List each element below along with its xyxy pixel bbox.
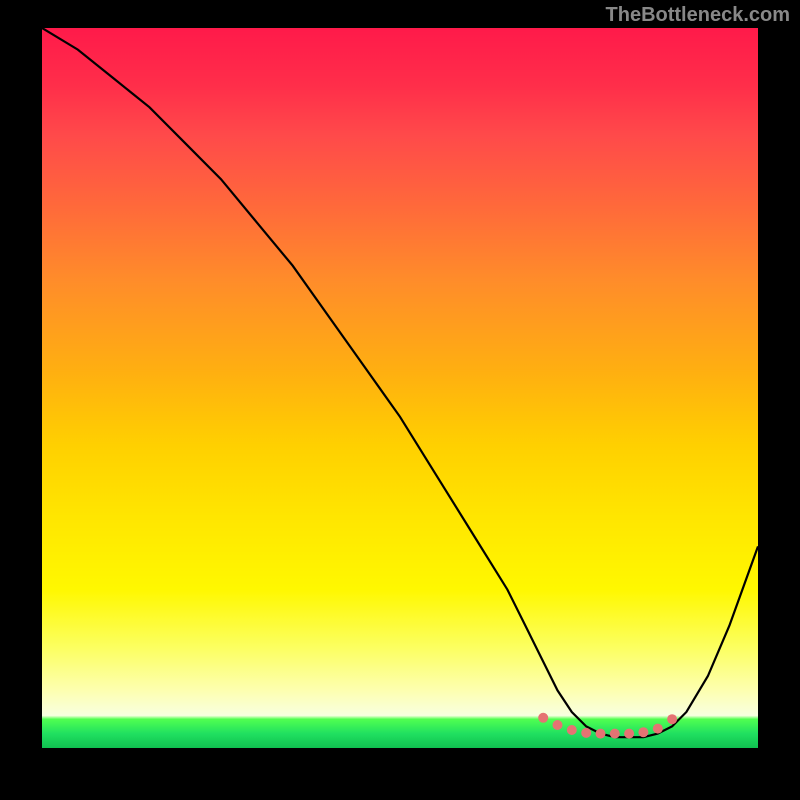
bottleneck-curve [42,28,758,737]
marker-dot [653,724,663,734]
marker-dot [610,729,620,739]
marker-dot [553,720,563,730]
curve-layer [42,28,758,748]
marker-dot [581,728,591,738]
watermark-text: TheBottleneck.com [606,4,790,27]
marker-dot [667,714,677,724]
marker-dot [538,713,548,723]
marker-dot [596,729,606,739]
chart-container: TheBottleneck.com [0,0,800,800]
marker-dot [567,725,577,735]
marker-dot [638,727,648,737]
marker-dot [624,729,634,739]
